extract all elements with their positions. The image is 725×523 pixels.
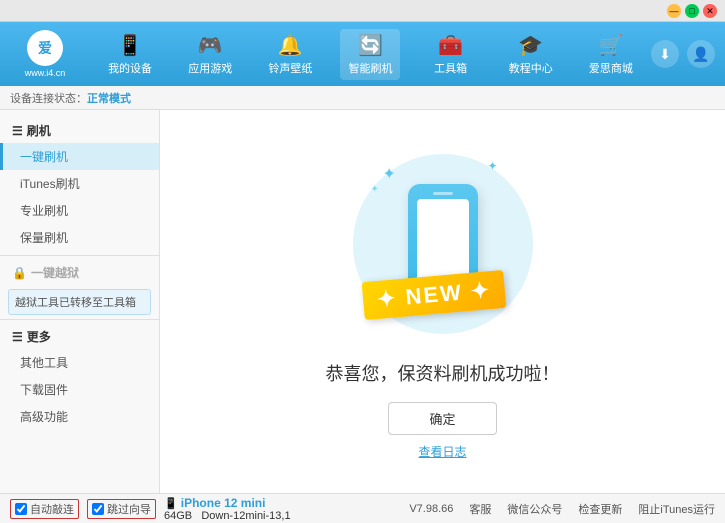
sidebar-section-more: ☰ 更多 [0,324,159,349]
auto-connect-label: 自动敲连 [30,501,74,517]
bottom-right: V7.98.66 客服 微信公众号 检查更新 阻止iTunes运行 [409,501,715,517]
ringtone-icon: 🔔 [278,33,303,58]
more-section-icon: ☰ [12,330,23,344]
nav-items: 📱 我的设备 🎮 应用游戏 🔔 铃声壁纸 🔄 智能刷机 🧰 工具箱 🎓 教程中心… [90,29,651,80]
maximize-button[interactable]: □ [685,4,699,18]
device-info: 📱 iPhone 12 mini 64GB Down-12mini-13,1 [164,496,291,522]
phone-screen [417,199,469,283]
flash-section-label: 刷机 [27,122,51,139]
wechat-link[interactable]: 微信公众号 [507,501,562,517]
nav-tutorial[interactable]: 🎓 教程中心 [501,29,561,80]
sidebar-item-itunes-flash[interactable]: iTunes刷机 [0,170,159,197]
new-star-left: ✦ [376,284,407,311]
smart-shop-label: 智能刷机 [348,60,392,76]
sparkle-top-right: ✦ [487,159,497,173]
phone-speaker [433,192,453,195]
logo-icon: 爱 [27,30,63,66]
confirm-button[interactable]: 确定 [388,402,496,435]
logo-text: www.i4.cn [25,68,66,78]
device-system: Down-12mini-13,1 [201,510,290,522]
main-content: ☰ 刷机 一键刷机 iTunes刷机 专业刷机 保量刷机 🔒 一键越狱 越狱工具… [0,110,725,493]
tutorial-icon: 🎓 [518,33,543,58]
user-button[interactable]: 👤 [687,40,715,68]
header: 爱 www.i4.cn 📱 我的设备 🎮 应用游戏 🔔 铃声壁纸 🔄 智能刷机 … [0,22,725,86]
sidebar-divider-2 [0,319,159,320]
close-button[interactable]: ✕ [703,4,717,18]
logo-area: 爱 www.i4.cn [10,30,80,78]
download-button[interactable]: ⬇ [651,40,679,68]
app-game-label: 应用游戏 [188,60,232,76]
version-label: V7.98.66 [409,503,453,515]
status-bar: 设备连接状态： 正常模式 [0,86,725,110]
title-bar: — □ ✕ [0,0,725,22]
sidebar: ☰ 刷机 一键刷机 iTunes刷机 专业刷机 保量刷机 🔒 一键越狱 越狱工具… [0,110,160,493]
sidebar-section-flash: ☰ 刷机 [0,118,159,143]
ringtone-label: 铃声壁纸 [268,60,312,76]
sidebar-item-download-firmware[interactable]: 下载固件 [0,376,159,403]
sidebar-item-advanced[interactable]: 高级功能 [0,403,159,430]
bottom-bar: 自动敲连 跳过向导 📱 iPhone 12 mini 64GB Down-12m… [0,493,725,523]
via-wizard-label: 跳过向导 [107,501,151,517]
auto-connect-checkbox[interactable] [15,503,27,515]
jailbreak-info-box: 越狱工具已转移至工具箱 [8,289,151,315]
via-wizard-checkbox[interactable] [92,503,104,515]
sparkle-top-left: ✦ [383,164,396,184]
success-text: 恭喜您，保资料刷机成功啦！ [326,360,560,386]
device-icon: 📱 [164,498,178,510]
nav-app-game[interactable]: 🎮 应用游戏 [180,29,240,80]
bottom-left: 自动敲连 跳过向导 📱 iPhone 12 mini 64GB Down-12m… [10,496,291,522]
via-wizard-checkbox-label[interactable]: 跳过向导 [87,499,156,519]
check-update-link[interactable]: 检查更新 [578,501,622,517]
nav-app-store[interactable]: 🛒 爱思商城 [581,29,641,80]
stop-itunes-link[interactable]: 阻止iTunes运行 [638,501,715,517]
my-device-label: 我的设备 [108,60,152,76]
device-name: iPhone 12 mini [181,496,266,510]
smart-shop-icon: 🔄 [358,33,383,58]
status-prefix: 设备连接状态： [10,90,87,106]
content-area: ✦ ✦ ✦ ✦ NEW ✦ 恭喜您，保资料刷机成功啦！ 确定 查看日志 [160,110,725,493]
app-store-label: 爱思商城 [589,60,633,76]
new-badge-text: NEW [404,279,463,309]
sidebar-section-jailbreak: 🔒 一键越狱 [0,260,159,285]
status-value: 正常模式 [87,90,131,106]
nav-toolbox[interactable]: 🧰 工具箱 [421,29,481,80]
tutorial-label: 教程中心 [509,60,553,76]
header-right: ⬇ 👤 [651,40,715,68]
sidebar-divider-1 [0,255,159,256]
customer-service-link[interactable]: 客服 [469,501,491,517]
sidebar-item-one-click-flash[interactable]: 一键刷机 [0,143,159,170]
sidebar-item-pro-flash[interactable]: 专业刷机 [0,197,159,224]
jailbreak-section-label: 一键越狱 [31,264,79,281]
flash-section-icon: ☰ [12,124,23,138]
toolbox-icon: 🧰 [438,33,463,58]
phone-illustration: ✦ ✦ ✦ ✦ NEW ✦ [343,144,543,344]
device-storage: 64GB [164,510,192,522]
auto-connect-checkbox-label[interactable]: 自动敲连 [10,499,79,519]
app-store-icon: 🛒 [598,33,623,58]
lock-icon: 🔒 [12,266,27,280]
sidebar-item-other-tools[interactable]: 其他工具 [0,349,159,376]
nav-my-device[interactable]: 📱 我的设备 [100,29,160,80]
sparkle-left: ✦ [371,184,379,195]
new-star-right: ✦ [469,277,492,304]
app-game-icon: 🎮 [198,33,223,58]
nav-ringtone[interactable]: 🔔 铃声壁纸 [260,29,320,80]
view-log-link[interactable]: 查看日志 [418,443,466,460]
sidebar-item-save-flash[interactable]: 保量刷机 [0,224,159,251]
my-device-icon: 📱 [118,33,143,58]
more-section-label: 更多 [27,328,51,345]
minimize-button[interactable]: — [667,4,681,18]
toolbox-label: 工具箱 [434,60,467,76]
nav-smart-shop[interactable]: 🔄 智能刷机 [340,29,400,80]
